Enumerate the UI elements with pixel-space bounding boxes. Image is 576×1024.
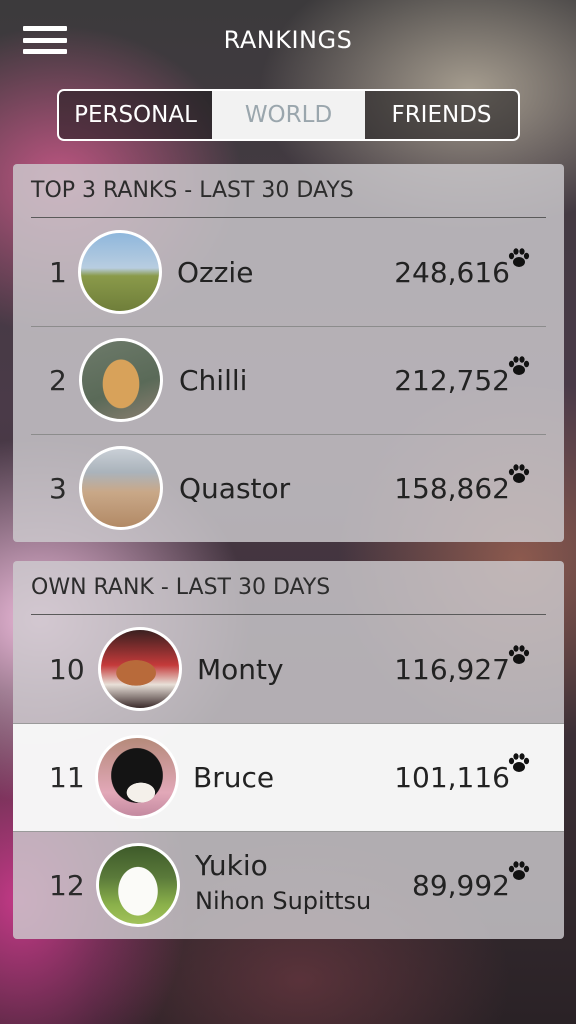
- paw-icon: [508, 356, 530, 375]
- rank-number: 1: [49, 255, 67, 289]
- ranking-row[interactable]: 10 Monty 116,927: [13, 615, 564, 723]
- tab-world[interactable]: WORLD: [212, 91, 365, 139]
- avatar: [79, 338, 163, 422]
- score: 89,992: [412, 868, 510, 902]
- pet-name: Monty: [197, 652, 284, 686]
- avatar: [79, 446, 163, 530]
- tab-personal[interactable]: PERSONAL: [59, 91, 212, 139]
- paw-icon: [508, 645, 530, 664]
- paw-icon: [508, 464, 530, 483]
- ranking-row[interactable]: 12 Yukio Nihon Supittsu 89,992: [13, 831, 564, 939]
- page-title: RANKINGS: [223, 26, 353, 54]
- rank-number: 12: [49, 868, 85, 902]
- paw-icon: [508, 753, 530, 772]
- avatar: [78, 230, 162, 314]
- ranking-tabs: PERSONAL WORLD FRIENDS: [57, 89, 520, 141]
- top-ranks-panel: TOP 3 RANKS - LAST 30 DAYS 1 Ozzie 248,6…: [13, 164, 564, 542]
- rank-number: 10: [49, 652, 85, 686]
- pet-name: Quastor: [179, 471, 291, 505]
- paw-icon: [508, 248, 530, 267]
- tab-friends[interactable]: FRIENDS: [365, 91, 518, 139]
- avatar: [95, 735, 179, 819]
- top-ranks-heading: TOP 3 RANKS - LAST 30 DAYS: [31, 164, 546, 218]
- pet-name: Chilli: [179, 363, 248, 397]
- pet-name: Ozzie: [177, 255, 254, 289]
- own-rank-heading: OWN RANK - LAST 30 DAYS: [31, 561, 546, 615]
- rank-number: 2: [49, 363, 67, 397]
- score: 101,116: [394, 760, 510, 794]
- rank-number: 3: [49, 471, 67, 505]
- avatar: [96, 843, 180, 927]
- ranking-row-own[interactable]: 11 Bruce 101,116: [13, 723, 564, 831]
- score: 116,927: [394, 652, 510, 686]
- pet-name: Bruce: [193, 760, 275, 794]
- rank-number: 11: [49, 760, 85, 794]
- paw-icon: [508, 861, 530, 880]
- ranking-row[interactable]: 2 Chilli 212,752: [13, 326, 564, 434]
- ranking-row[interactable]: 1 Ozzie 248,616: [13, 218, 564, 326]
- score: 212,752: [394, 363, 510, 397]
- score: 158,862: [394, 471, 510, 505]
- pet-name: Yukio: [195, 849, 268, 882]
- own-rank-panel: OWN RANK - LAST 30 DAYS 10 Monty 116,927…: [13, 561, 564, 939]
- ranking-row[interactable]: 3 Quastor 158,862: [13, 434, 564, 542]
- score: 248,616: [394, 255, 510, 289]
- avatar: [98, 627, 182, 711]
- pet-breed: Nihon Supittsu: [195, 887, 372, 915]
